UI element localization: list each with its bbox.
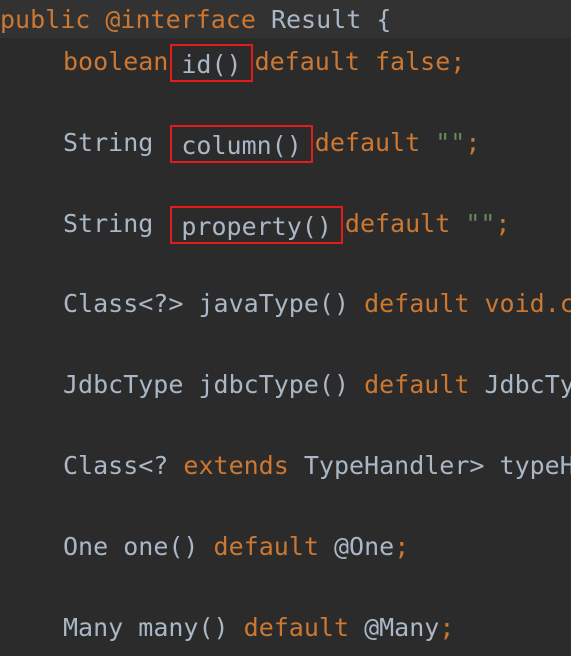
- highlight-box-property: property(): [170, 206, 343, 244]
- code-line-interface-declaration: public @interface Result {: [0, 3, 391, 37]
- default-value-empty-string: "": [465, 209, 496, 238]
- keyword-default: default: [314, 128, 421, 157]
- code-editor[interactable]: public @interface Result { boolean id() de…: [0, 0, 571, 656]
- code-line-typehandler: Class<? extends TypeHandler> typeH: [0, 449, 571, 483]
- keyword-public: public: [0, 5, 91, 34]
- method-column: column(): [181, 131, 302, 160]
- default-value-one: @One: [333, 532, 395, 561]
- keyword-extends: extends: [183, 451, 289, 480]
- default-value-empty-string: "": [435, 128, 466, 157]
- method-javatype: javaType(): [198, 289, 349, 318]
- semicolon: ;: [495, 209, 511, 238]
- type-typehandler: TypeHandler>: [303, 451, 485, 480]
- type-jdbctype: JdbcType: [63, 370, 184, 399]
- keyword-default: default: [364, 370, 470, 399]
- type-class-wildcard: Class<?: [63, 451, 169, 480]
- default-value-void: void.c: [484, 289, 571, 318]
- semicolon: ;: [394, 532, 410, 561]
- code-line-one: One one() default @One;: [0, 530, 409, 564]
- type-string: String: [63, 128, 154, 157]
- open-brace: {: [376, 5, 392, 34]
- type-boolean: boolean: [63, 47, 169, 76]
- code-line-column: String column() default "";: [0, 125, 481, 163]
- method-id: id(): [181, 50, 242, 79]
- code-line-many: Many many() default @Many;: [0, 611, 454, 645]
- code-line-property: String property() default "";: [0, 206, 511, 244]
- code-line-javatype: Class<?> javaType() default void.c: [0, 287, 571, 321]
- type-one: One: [63, 532, 109, 561]
- default-value-many: @Many: [364, 613, 440, 642]
- code-line-jdbctype: JdbcType jdbcType() default JdbcTy: [0, 368, 571, 402]
- type-class: Class<?>: [63, 289, 184, 318]
- keyword-default: default: [364, 289, 470, 318]
- semicolon: ;: [450, 47, 466, 76]
- keyword-default: default: [344, 209, 451, 238]
- highlight-box-id: id(): [170, 44, 253, 82]
- method-jdbctype: jdbcType(): [198, 370, 349, 399]
- semicolon: ;: [439, 613, 455, 642]
- keyword-default: default: [213, 532, 319, 561]
- method-typehandler: typeH: [499, 451, 571, 480]
- method-many: many(): [138, 613, 229, 642]
- interface-name: Result: [270, 5, 362, 34]
- method-one: one(): [123, 532, 199, 561]
- code-line-id: boolean id() default false;: [0, 44, 466, 82]
- type-string: String: [63, 209, 154, 238]
- keyword-default: default: [243, 613, 350, 642]
- type-many: Many: [63, 613, 124, 642]
- method-property: property(): [181, 212, 332, 241]
- highlight-box-column: column(): [170, 125, 313, 163]
- default-value-jdbctype: JdbcTy: [484, 370, 571, 399]
- keyword-default: default: [254, 47, 360, 76]
- default-value-false: false: [375, 47, 451, 76]
- semicolon: ;: [465, 128, 481, 157]
- keyword-interface: @interface: [105, 5, 256, 34]
